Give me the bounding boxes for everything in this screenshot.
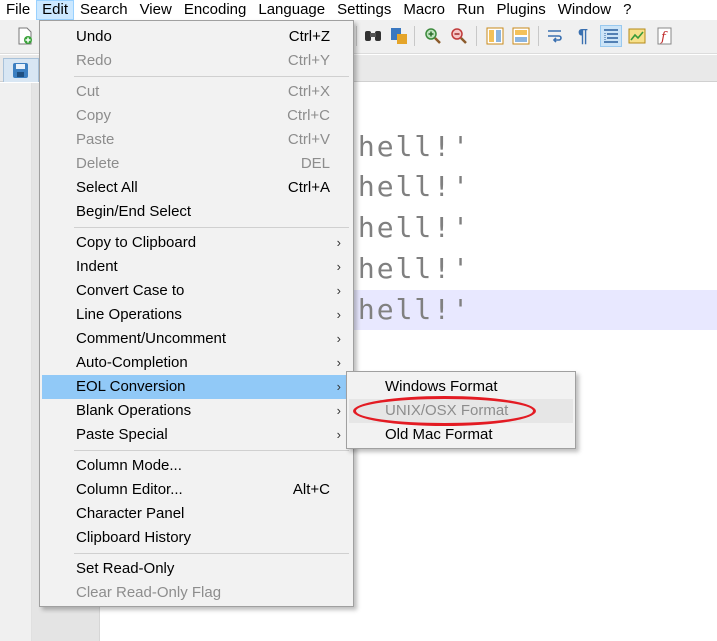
new-file-icon[interactable] xyxy=(14,25,36,47)
undo-shortcut: Ctrl+Z xyxy=(288,28,330,45)
redo-label: Redo xyxy=(76,52,112,69)
menu-item-paste: Paste Ctrl+V xyxy=(42,128,351,152)
menu-item-eol-conversion[interactable]: EOL Conversion › xyxy=(42,375,351,399)
auto-completion-label: Auto-Completion xyxy=(76,354,188,371)
paste-shortcut: Ctrl+V xyxy=(287,131,330,148)
doc-map-icon[interactable] xyxy=(626,25,648,47)
copy-label: Copy xyxy=(76,107,112,124)
column-editor-label: Column Editor... xyxy=(76,481,183,498)
submenu-arrow-icon: › xyxy=(336,235,341,250)
menu-item-line-operations[interactable]: Line Operations › xyxy=(42,303,351,327)
paste-special-label: Paste Special xyxy=(76,426,168,443)
eol-conversion-label: EOL Conversion xyxy=(76,378,186,395)
delete-label: Delete xyxy=(76,155,120,172)
menu-bar: File Edit Search View Encoding Language … xyxy=(0,0,717,20)
clipboard-history-label: Clipboard History xyxy=(76,529,192,546)
menu-plugins[interactable]: Plugins xyxy=(491,0,552,20)
menu-item-copy-to-clipboard[interactable]: Copy to Clipboard › xyxy=(42,231,351,255)
menu-item-convert-case[interactable]: Convert Case to › xyxy=(42,279,351,303)
comment-uncomment-label: Comment/Uncomment xyxy=(76,330,227,347)
menu-item-column-editor[interactable]: Column Editor... Alt+C xyxy=(42,478,351,502)
document-tab[interactable] xyxy=(3,58,39,82)
redo-shortcut: Ctrl+Y xyxy=(287,52,330,69)
menu-help[interactable]: ? xyxy=(617,0,637,20)
submenu-arrow-icon: › xyxy=(336,331,341,346)
menu-run[interactable]: Run xyxy=(451,0,491,20)
menu-view[interactable]: View xyxy=(134,0,178,20)
menu-edit[interactable]: Edit xyxy=(36,0,75,20)
character-panel-label: Character Panel xyxy=(76,505,185,522)
menu-item-clear-read-only: Clear Read-Only Flag xyxy=(42,581,351,605)
zoom-out-icon[interactable] xyxy=(448,25,470,47)
submenu-arrow-icon: › xyxy=(336,379,341,394)
menu-item-select-all[interactable]: Select All Ctrl+A xyxy=(42,176,351,200)
menu-separator xyxy=(74,76,349,77)
select-all-label: Select All xyxy=(76,179,138,196)
find-icon[interactable] xyxy=(362,25,384,47)
menu-item-redo: Redo Ctrl+Y xyxy=(42,49,351,73)
menu-encoding[interactable]: Encoding xyxy=(178,0,253,20)
replace-icon[interactable] xyxy=(388,25,410,47)
select-all-shortcut: Ctrl+A xyxy=(287,179,330,196)
menu-separator xyxy=(74,227,349,228)
sync-horizontal-icon[interactable] xyxy=(510,25,532,47)
column-editor-shortcut: Alt+C xyxy=(292,481,330,498)
fold-margin xyxy=(0,83,32,641)
submenu-arrow-icon: › xyxy=(336,427,341,442)
copy-shortcut: Ctrl+C xyxy=(287,107,330,124)
set-read-only-label: Set Read-Only xyxy=(76,560,175,577)
convert-case-label: Convert Case to xyxy=(76,282,185,299)
edit-menu: Undo Ctrl+Z Redo Ctrl+Y Cut Ctrl+X Copy … xyxy=(39,20,354,607)
clear-read-only-label: Clear Read-Only Flag xyxy=(76,584,222,601)
paste-label: Paste xyxy=(76,131,115,148)
zoom-in-icon[interactable] xyxy=(422,25,444,47)
undo-label: Undo xyxy=(76,28,112,45)
annotation-oval xyxy=(353,396,536,426)
submenu-arrow-icon: › xyxy=(336,259,341,274)
delete-shortcut: DEL xyxy=(300,155,330,172)
submenu-arrow-icon: › xyxy=(336,307,341,322)
menu-separator xyxy=(74,450,349,451)
menu-item-old-mac-format[interactable]: Old Mac Format xyxy=(349,423,573,447)
old-mac-format-label: Old Mac Format xyxy=(385,426,493,443)
menu-window[interactable]: Window xyxy=(552,0,617,20)
menu-item-begin-end-select[interactable]: Begin/End Select xyxy=(42,200,351,224)
menu-item-column-mode[interactable]: Column Mode... xyxy=(42,454,351,478)
menu-item-auto-completion[interactable]: Auto-Completion › xyxy=(42,351,351,375)
menu-item-blank-operations[interactable]: Blank Operations › xyxy=(42,399,351,423)
cut-shortcut: Ctrl+X xyxy=(287,83,330,100)
menu-item-set-read-only[interactable]: Set Read-Only xyxy=(42,557,351,581)
menu-search[interactable]: Search xyxy=(74,0,134,20)
submenu-arrow-icon: › xyxy=(336,355,341,370)
menu-item-paste-special[interactable]: Paste Special › xyxy=(42,423,351,447)
submenu-arrow-icon: › xyxy=(336,283,341,298)
indent-label: Indent xyxy=(76,258,118,275)
line-operations-label: Line Operations xyxy=(76,306,182,323)
menu-file[interactable]: File xyxy=(0,0,36,20)
function-list-icon[interactable]: f xyxy=(654,25,676,47)
menu-separator xyxy=(74,553,349,554)
menu-item-character-panel[interactable]: Character Panel xyxy=(42,502,351,526)
show-all-chars-icon[interactable]: ¶ xyxy=(572,25,594,47)
copy-to-clipboard-label: Copy to Clipboard xyxy=(76,234,197,251)
begin-end-select-label: Begin/End Select xyxy=(76,203,192,220)
menu-item-cut: Cut Ctrl+X xyxy=(42,80,351,104)
menu-item-indent[interactable]: Indent › xyxy=(42,255,351,279)
blank-operations-label: Blank Operations xyxy=(76,402,192,419)
submenu-arrow-icon: › xyxy=(336,403,341,418)
word-wrap-icon[interactable] xyxy=(544,25,566,47)
save-icon xyxy=(13,63,28,78)
indent-guide-icon[interactable] xyxy=(600,25,622,47)
menu-macro[interactable]: Macro xyxy=(397,0,451,20)
menu-item-clipboard-history[interactable]: Clipboard History xyxy=(42,526,351,550)
column-mode-label: Column Mode... xyxy=(76,457,182,474)
cut-label: Cut xyxy=(76,83,100,100)
menu-item-comment-uncomment[interactable]: Comment/Uncomment › xyxy=(42,327,351,351)
menu-language[interactable]: Language xyxy=(252,0,331,20)
menu-item-delete: Delete DEL xyxy=(42,152,351,176)
menu-item-undo[interactable]: Undo Ctrl+Z xyxy=(42,25,351,49)
sync-vertical-icon[interactable] xyxy=(484,25,506,47)
menu-settings[interactable]: Settings xyxy=(331,0,397,20)
menu-item-copy: Copy Ctrl+C xyxy=(42,104,351,128)
